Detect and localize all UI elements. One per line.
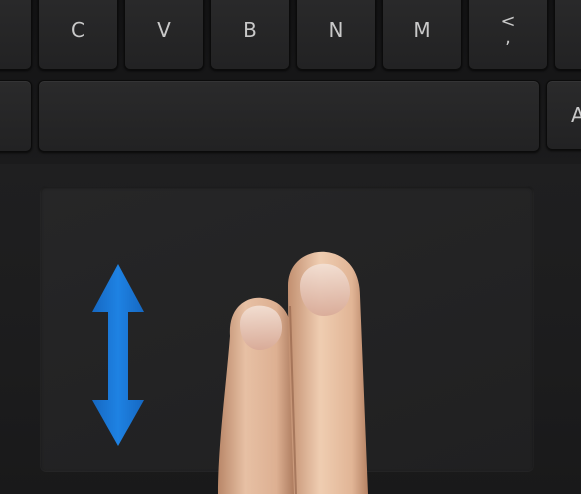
key-b-label: B [243,18,257,42]
vertical-double-arrow-icon [92,264,144,446]
key-v: V [124,0,204,70]
key-n: N [296,0,376,70]
key-left-edge [0,0,32,70]
key-alt-left [0,80,32,152]
key-comma: < , [468,0,548,70]
finger-index-nail [240,305,282,350]
key-c: C [38,0,118,70]
key-m: M [382,0,462,70]
key-m-label: M [413,18,431,42]
key-n-label: N [328,18,344,42]
keyboard: C V B N M < , A [0,0,581,164]
two-finger-hand [218,251,368,494]
key-spacebar [38,80,540,152]
key-alt-right: A [546,80,581,150]
finger-middle-nail [300,263,350,316]
key-v-label: V [157,18,171,42]
key-right-edge [554,0,581,70]
key-c-label: C [71,18,85,42]
key-alt-right-label: A [571,103,581,127]
arrow-up-head [92,264,144,446]
key-b: B [210,0,290,70]
keyboard-touchpad-photo: C V B N M < , A [0,0,581,494]
key-comma-lower-label: , [505,27,511,48]
